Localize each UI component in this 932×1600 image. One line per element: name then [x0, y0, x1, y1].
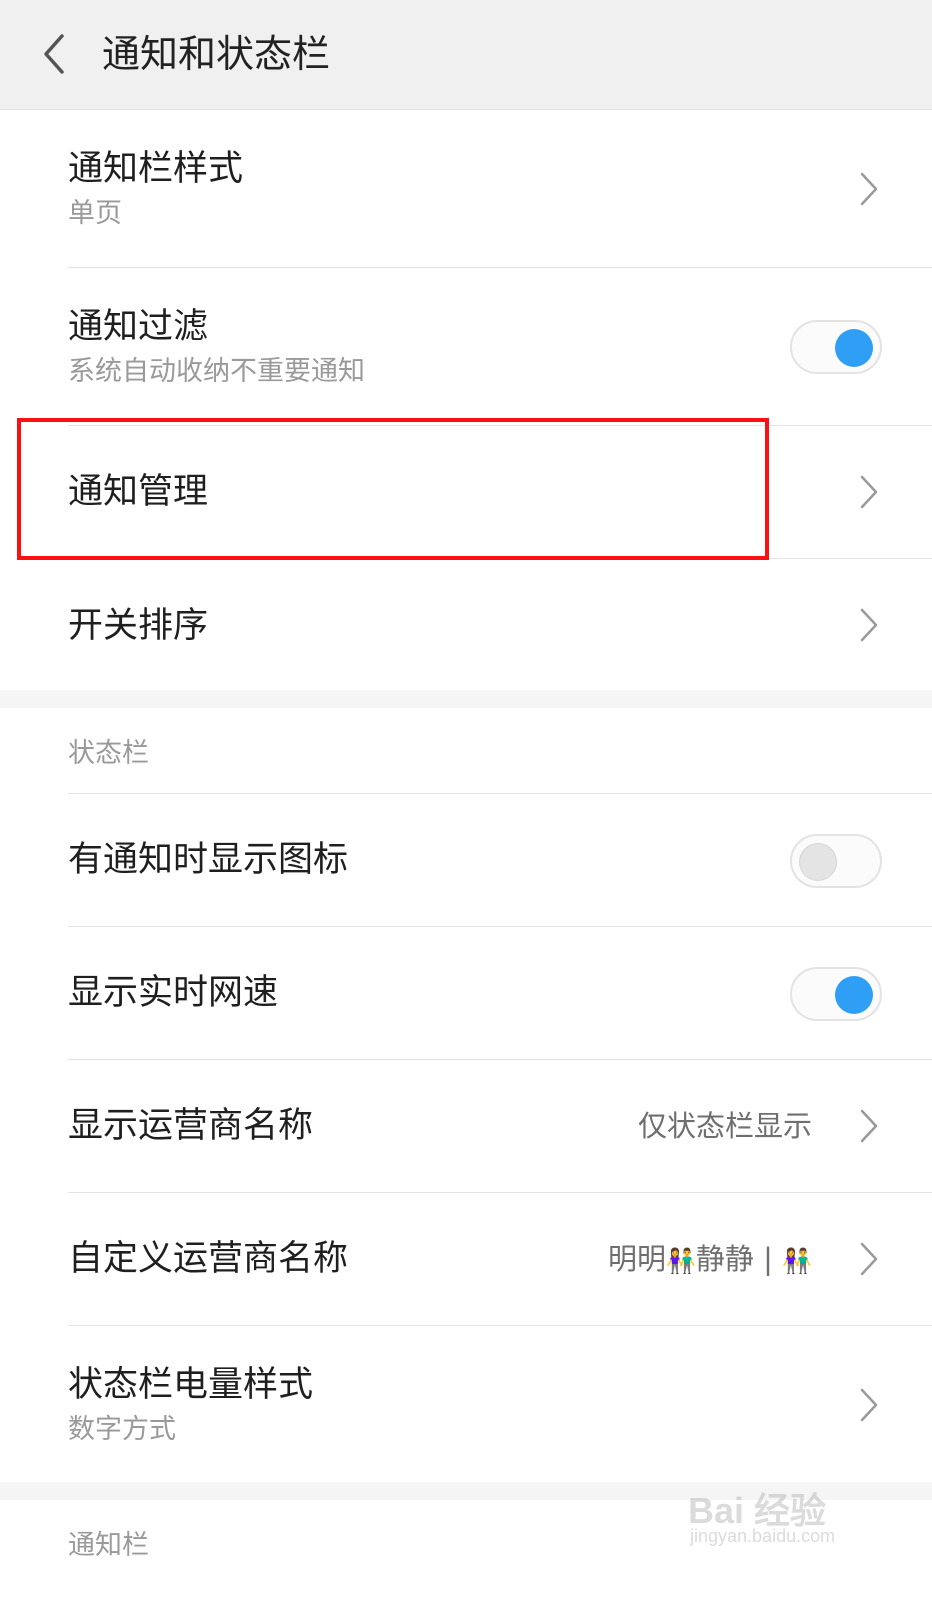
carrier-name-row[interactable]: 显示运营商名称 仅状态栏显示	[0, 1060, 932, 1192]
row-title: 状态栏电量样式	[68, 1365, 314, 1405]
section-label-status-bar: 状态栏	[68, 738, 149, 769]
back-arrow-icon[interactable]	[38, 30, 70, 78]
battery-style-row[interactable]: 状态栏电量样式 数字方式	[0, 1326, 932, 1482]
toggle-knob	[799, 843, 837, 881]
chevron-right-icon	[860, 1388, 878, 1422]
carrier-name-part-b: 静静 |	[695, 1242, 773, 1276]
toggle-knob	[835, 329, 873, 367]
row-title: 通知管理	[68, 472, 209, 512]
toggle-knob	[835, 976, 873, 1014]
show-notification-icons-toggle[interactable]	[790, 834, 882, 888]
chevron-right-icon	[860, 172, 878, 206]
chevron-right-icon	[860, 475, 878, 509]
section-label-notification-bar: 通知栏	[68, 1530, 149, 1561]
carrier-name-value: 仅状态栏显示	[637, 1109, 812, 1143]
carrier-name-part-a: 明明	[607, 1242, 666, 1276]
row-subtitle: 系统自动收纳不重要通知	[68, 356, 365, 387]
row-title: 通知栏样式	[68, 149, 244, 189]
chevron-right-icon	[860, 608, 878, 642]
row-title: 自定义运营商名称	[68, 1239, 349, 1279]
baidu-watermark: Bai 经验 jingyan.baidu.com	[660, 1478, 860, 1554]
toggle-order-row[interactable]: 开关排序	[0, 559, 932, 690]
realtime-speed-row[interactable]: 显示实时网速	[0, 927, 932, 1059]
couple-emoji-icon: 👫	[782, 1247, 812, 1275]
row-title: 开关排序	[68, 606, 209, 646]
row-title: 显示运营商名称	[68, 1106, 314, 1146]
row-title: 通知过滤	[68, 307, 209, 347]
chevron-right-icon	[860, 1242, 878, 1276]
notification-management-row[interactable]: 通知管理	[0, 426, 932, 558]
notification-style-row[interactable]: 通知栏样式 单页	[0, 110, 932, 268]
show-notification-icons-row[interactable]: 有通知时显示图标	[0, 794, 932, 926]
notification-filter-toggle[interactable]	[790, 320, 882, 374]
row-title: 显示实时网速	[68, 973, 279, 1013]
notification-settings-group: 通知栏样式 单页 通知过滤 系统自动收纳不重要通知 通知管理 开关排序	[0, 110, 932, 690]
row-subtitle: 数字方式	[68, 1414, 176, 1445]
custom-carrier-name-row[interactable]: 自定义运营商名称 明明👫静静 | 👫	[0, 1193, 932, 1325]
custom-carrier-name-value: 明明👫静静 | 👫	[608, 1239, 812, 1281]
page-title: 通知和状态栏	[102, 32, 331, 76]
app-header: 通知和状态栏	[0, 0, 932, 110]
couple-emoji-icon: 👫	[666, 1247, 696, 1275]
chevron-right-icon	[860, 1109, 878, 1143]
status-bar-group: 状态栏 有通知时显示图标 显示实时网速 显示运营商名称 仅状态栏显示 自定义运营…	[0, 708, 932, 1482]
row-title: 有通知时显示图标	[68, 840, 349, 880]
realtime-speed-toggle[interactable]	[790, 967, 882, 1021]
notification-filter-row[interactable]: 通知过滤 系统自动收纳不重要通知	[0, 268, 932, 426]
watermark-url: jingyan.baidu.com	[690, 1526, 836, 1546]
row-subtitle: 单页	[68, 198, 122, 229]
